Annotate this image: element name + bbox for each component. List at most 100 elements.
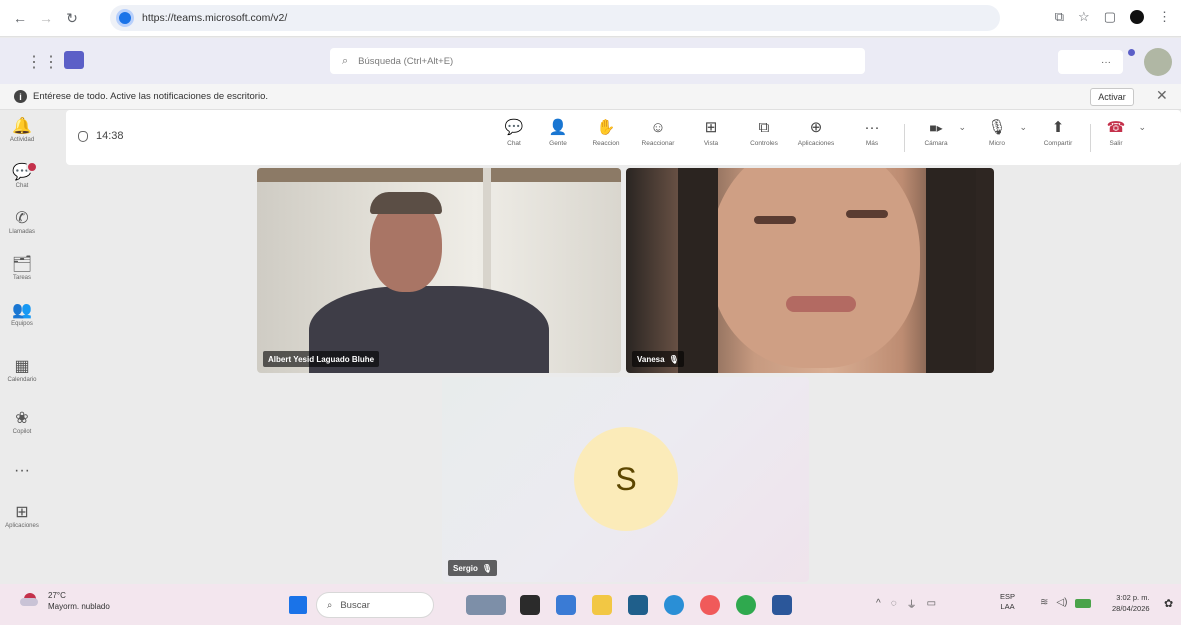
camera-icon: ■▸ [929, 121, 943, 135]
tool-label: Micro [989, 140, 1005, 147]
browser-menu-icon[interactable]: ⋮ [1158, 9, 1171, 25]
task-view-thumbnail-icon[interactable] [466, 595, 506, 615]
rail-item-activity[interactable]: 🔔 Actividad [0, 118, 44, 143]
tool-label: Gente [549, 140, 567, 147]
search-input[interactable]: ⌕ Búsqueda (Ctrl+Alt+E) [330, 48, 865, 74]
more-button[interactable]: ··· Más [852, 118, 892, 147]
cast-icon[interactable]: ⧉ [1055, 9, 1064, 25]
view-button[interactable]: ⊞ Vista [691, 118, 731, 147]
chrome-icon[interactable] [736, 595, 756, 615]
rail-item-label: Actividad [9, 137, 35, 143]
participant-name-tag: Vanesa 🎙 [632, 351, 684, 367]
activate-notifications-button[interactable]: Activar [1090, 88, 1134, 106]
toolbar-divider [1090, 124, 1091, 152]
close-icon[interactable]: ✕ [1156, 87, 1168, 104]
url-text: https://teams.microsoft.com/v2/ [142, 12, 288, 24]
meeting-toolbar: 14:38 💬 Chat 👤 Gente ✋ Reaccion ☺ Reacci… [66, 110, 1181, 165]
volume-icon: ◁) [1056, 597, 1068, 608]
rail-item-tasks[interactable]: 🗂 Tareas [0, 256, 44, 281]
language-code: ESP [1000, 592, 1016, 601]
system-clock[interactable]: 3:02 p. m. 28/04/2026 [1112, 592, 1150, 614]
file-explorer-icon[interactable] [592, 595, 612, 615]
rail-item-apps[interactable]: ⊞ Aplicaciones [0, 504, 44, 529]
teams-icon: 👥 [12, 302, 32, 319]
toolbar-divider [904, 124, 905, 152]
terminal-icon[interactable] [520, 595, 540, 615]
store-icon[interactable] [556, 595, 576, 615]
app-rail: 🔔 Actividad 💬 Chat ✆ Llamadas 🗂 Tareas 👥… [0, 110, 66, 584]
chevron-down-icon[interactable]: ⌄ [958, 122, 966, 133]
participant-hair [370, 192, 442, 214]
apps-button[interactable]: ⊕ Aplicaciones [796, 118, 836, 147]
share-button[interactable]: ⬆ Compartir [1038, 118, 1078, 147]
weather-condition: Mayorm. nublado [48, 602, 110, 611]
security-icon[interactable]: ◌ [891, 598, 897, 609]
apps-icon: ⊞ [15, 504, 29, 521]
rail-item-label: Llamadas [8, 229, 35, 235]
notification-message: Entérese de todo. Active las notificacio… [33, 91, 268, 102]
edge-browser-icon[interactable] [664, 595, 684, 615]
keyboard-layout: LAA [1000, 602, 1015, 611]
controls-icon: ⧉ [758, 119, 770, 136]
weather-icon [20, 593, 38, 607]
microphone-button[interactable]: 🎙 Micro ⌄ [977, 118, 1027, 147]
tool-label: Reaccionar [641, 140, 675, 147]
firefox-icon[interactable] [700, 595, 720, 615]
participant-mouth [786, 296, 856, 312]
share-icon: ⬆ [1051, 119, 1065, 136]
rail-item-teams[interactable]: 👥 Equipos [0, 302, 44, 327]
word-icon[interactable] [772, 595, 792, 615]
participant-name: Sergio [453, 563, 478, 573]
settings-more-button[interactable]: ··· [1058, 50, 1123, 74]
network-volume-battery[interactable]: ≋ ◁) [1040, 597, 1092, 608]
leave-button[interactable]: ☎ Salir ⌄ [1096, 118, 1146, 147]
rail-item-copilot[interactable]: ❀ Copilot [0, 410, 44, 435]
unread-badge [26, 161, 38, 173]
weather-widget[interactable]: 27°C Mayorm. nublado [20, 590, 110, 612]
taskbar-search-input[interactable]: ⌕ Buscar [316, 592, 434, 618]
teams-header: ⋮⋮⋮ ⌕ Búsqueda (Ctrl+Alt+E) ··· [0, 38, 1181, 84]
tool-label: Más [865, 140, 879, 147]
system-tray: ^ ◌ ⏚ ▭ [876, 596, 936, 611]
chat-button[interactable]: 💬 Chat [494, 118, 534, 147]
rail-item-label: Chat [15, 183, 29, 189]
rail-item-calendar[interactable]: ▦ Calendario [0, 358, 44, 383]
camera-button[interactable]: ■▸ Cámara ⌄ [916, 118, 966, 147]
people-button[interactable]: 👤 Gente [538, 118, 578, 147]
reload-icon[interactable]: ↻ [60, 6, 84, 30]
participant-tile[interactable]: Vanesa 🎙 [626, 168, 994, 373]
avatar[interactable] [1144, 48, 1172, 76]
chevron-down-icon[interactable]: ⌄ [1138, 122, 1146, 133]
rail-item-calls[interactable]: ✆ Llamadas [0, 210, 44, 235]
forward-icon[interactable]: → [34, 6, 58, 30]
windows-start-icon[interactable] [289, 596, 307, 614]
controls-button[interactable]: ⧉ Controles [744, 118, 784, 147]
chevron-down-icon[interactable]: ⌄ [1019, 122, 1027, 133]
back-icon[interactable]: ← [8, 6, 32, 30]
taskbar-search-placeholder: Buscar [340, 599, 370, 611]
react-button[interactable]: ☺ Reaccionar [638, 118, 678, 147]
site-info-icon[interactable] [116, 9, 134, 27]
rail-item-more[interactable]: ··· [0, 462, 44, 480]
rail-item-label: Copilot [12, 429, 32, 435]
bookmark-star-icon[interactable]: ☆ [1078, 9, 1090, 25]
participant-tile[interactable]: Albert Yesid Laguado Bluhe [257, 168, 621, 373]
profile-icon[interactable] [1130, 10, 1144, 24]
rail-item-chat[interactable]: 💬 Chat [0, 161, 44, 189]
clock-time: 3:02 p. m. [1116, 593, 1150, 602]
language-indicator[interactable]: ESP LAA [1000, 592, 1015, 612]
extensions-icon[interactable]: ▢ [1104, 9, 1116, 25]
notification-center-icon[interactable]: ✿ [1164, 597, 1173, 610]
display-icon[interactable]: ▭ [927, 598, 936, 609]
avatar: S [574, 427, 678, 531]
usb-icon[interactable]: ⏚ [907, 596, 917, 611]
participant-name-tag: Sergio 🎙 [448, 560, 498, 576]
avatar-initial: S [615, 460, 637, 497]
chat-icon: 💬 [504, 119, 524, 136]
chevron-up-icon[interactable]: ^ [876, 598, 881, 609]
address-bar[interactable]: https://teams.microsoft.com/v2/ [110, 5, 1000, 31]
tool-label: Reaccion [592, 140, 620, 147]
raise-hand-button[interactable]: ✋ Reaccion [586, 118, 626, 147]
calendar-app-icon[interactable] [628, 595, 648, 615]
participant-tile[interactable]: S Sergio 🎙 [442, 377, 809, 582]
